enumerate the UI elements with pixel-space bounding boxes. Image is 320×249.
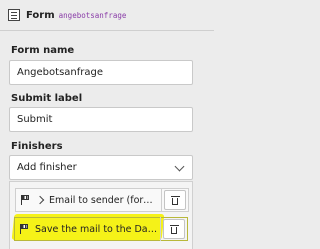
divider <box>161 188 162 212</box>
delete-button[interactable] <box>164 190 186 210</box>
add-finisher-label: Add finisher <box>17 162 77 173</box>
flag-icon <box>20 224 29 234</box>
chevron-down-icon <box>174 161 185 172</box>
trash-icon <box>170 195 180 205</box>
trash-icon <box>169 224 179 234</box>
submit-label-input[interactable]: Submit <box>9 107 193 132</box>
form-name-input[interactable]: Angebotsanfrage <box>9 60 193 85</box>
finisher-item-label: Save the mail to the Database <box>35 223 160 235</box>
finishers-label: Finishers <box>11 141 63 152</box>
divider <box>160 217 161 241</box>
finisher-item-save-db[interactable]: Save the mail to the Database <box>14 217 188 241</box>
add-finisher-select[interactable]: Add finisher <box>9 155 193 180</box>
finisher-item-label: Email to sender (form submi… <box>49 194 161 206</box>
submit-label-label: Submit label <box>11 93 83 104</box>
form-icon <box>8 9 20 21</box>
chevron-right-icon[interactable] <box>35 195 45 205</box>
form-title: Form <box>26 9 55 21</box>
finisher-item-email[interactable]: Email to sender (form submi… <box>15 188 189 212</box>
form-header: Form angebotsanfrage <box>0 0 214 31</box>
form-identifier: angebotsanfrage <box>58 10 127 20</box>
form-name-label: Form name <box>11 45 75 56</box>
flag-icon <box>21 195 30 205</box>
delete-button[interactable] <box>163 219 185 239</box>
